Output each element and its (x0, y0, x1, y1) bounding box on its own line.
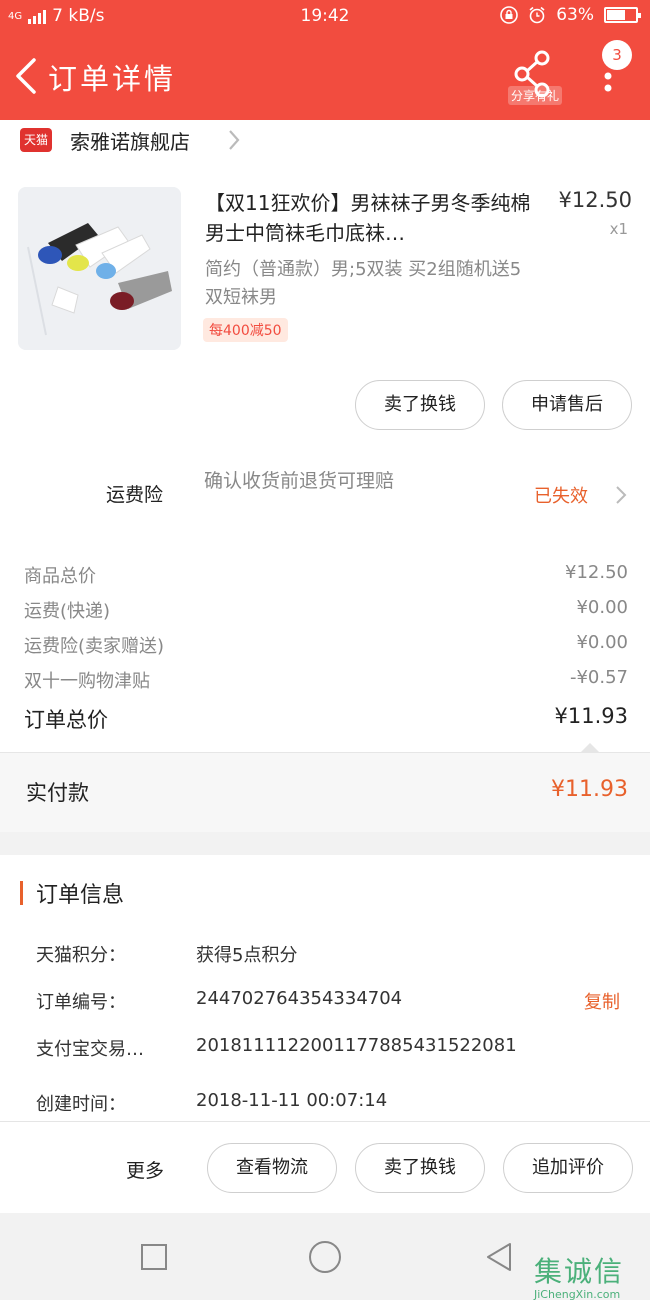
order-total-row: 订单总价 ¥11.93 (24, 704, 628, 734)
tmall-logo: 天猫 (20, 128, 52, 152)
sell-for-cash-button[interactable]: 卖了换钱 (355, 1143, 485, 1193)
after-sales-button[interactable]: 申请售后 (502, 380, 632, 430)
alipay-trade-label: 支付宝交易… (36, 1039, 144, 1060)
more-button[interactable]: 更多 (126, 1156, 164, 1183)
order-number-value: 244702764354334704 (196, 988, 403, 1009)
message-badge: 3 (602, 40, 632, 70)
points-value: 获得5点积分 (196, 945, 298, 966)
product-title[interactable]: 【双11狂欢价】男袜袜子男冬季纯棉男士中筒袜毛巾底袜… (205, 188, 535, 248)
order-number-label: 订单编号： (36, 992, 126, 1013)
created-time-value: 2018-11-11 00:07:14 (196, 1090, 388, 1111)
status-time: 19:42 (300, 6, 350, 26)
summary-label: 运费(快递) (24, 601, 111, 622)
alipay-trade-value: 2018111122001177885431522081 (196, 1035, 517, 1056)
order-total-value: ¥11.93 (554, 704, 628, 728)
battery-percent: 63% (556, 5, 594, 25)
summary-row: 运费险(卖家赠送) ¥0.00 (24, 632, 628, 658)
notch-divider (580, 743, 600, 753)
watermark-logo: 集诚信 JiChengXin.com (534, 1250, 646, 1300)
order-info-title: 订单信息 (36, 883, 125, 908)
battery-icon (604, 7, 641, 23)
copy-order-number-button[interactable]: 复制 (584, 988, 620, 1014)
summary-row: 运费(快递) ¥0.00 (24, 597, 628, 623)
created-time-label: 创建时间： (36, 1094, 126, 1115)
title-bar: 订单详情 分享有礼 3 (0, 34, 650, 120)
back-icon[interactable] (10, 56, 50, 96)
product-image[interactable] (18, 187, 181, 350)
payment-row: 实付款 ¥11.93 (0, 743, 650, 832)
promo-tag: 每400减50 (203, 318, 288, 342)
order-total-label: 订单总价 (24, 708, 108, 732)
product-price: ¥12.50 (558, 188, 632, 212)
summary-value: ¥0.00 (576, 632, 628, 653)
summary-label: 商品总价 (24, 566, 96, 587)
share-reward-label[interactable]: 分享有礼 (508, 86, 563, 105)
socks-image (18, 187, 181, 350)
summary-label: 双十一购物津贴 (24, 671, 150, 692)
chevron-right-icon[interactable] (226, 128, 242, 152)
summary-value: ¥0.00 (576, 597, 628, 618)
page-title: 订单详情 (48, 62, 177, 96)
lock-icon (500, 6, 519, 24)
order-info-card: 订单信息 天猫积分： 获得5点积分 订单编号： 2447027643543347… (0, 855, 650, 1121)
watermark-main: 集诚信 (534, 1255, 625, 1288)
recent-apps-icon[interactable] (140, 1243, 168, 1271)
insurance-desc: 确认收货前退货可理赔 (204, 470, 395, 492)
shop-name[interactable]: 索雅诺旗舰店 (70, 126, 190, 155)
watermark-url: JiChengXin.com (534, 1288, 621, 1300)
summary-value: ¥12.50 (565, 562, 628, 583)
alarm-icon (529, 6, 545, 24)
order-card: 天猫 索雅诺旗舰店 【双11狂欢价】男袜袜子男冬季纯棉男士中筒袜毛巾底袜… ¥1… (0, 120, 650, 762)
paid-label: 实付款 (26, 781, 89, 805)
view-logistics-button[interactable]: 查看物流 (207, 1143, 337, 1193)
paid-amount: ¥11.93 (551, 777, 628, 802)
sell-for-cash-button[interactable]: 卖了换钱 (355, 380, 485, 430)
product-spec: 简约（普通款）男;5双装 买2组随机送5双短袜男 (205, 259, 522, 308)
add-review-button[interactable]: 追加评价 (503, 1143, 633, 1193)
insurance-status[interactable]: 已失效 (534, 482, 588, 508)
bottom-action-bar: 更多 查看物流 卖了换钱 追加评价 (0, 1121, 650, 1213)
summary-row: 商品总价 ¥12.50 (24, 562, 628, 588)
more-menu-icon[interactable] (598, 68, 618, 108)
summary-row: 双十一购物津贴 -¥0.57 (24, 667, 628, 693)
section-accent-bar (20, 881, 23, 905)
chevron-right-icon[interactable] (614, 484, 628, 506)
status-bar: 4G 7 kB/s 19:42 63% (0, 0, 650, 34)
insurance-label: 运费险 (106, 484, 164, 506)
home-icon[interactable] (307, 1239, 343, 1275)
product-quantity: x1 (609, 220, 628, 238)
summary-value: -¥0.57 (569, 667, 628, 688)
back-nav-icon[interactable] (484, 1241, 514, 1273)
summary-label: 运费险(卖家赠送) (24, 636, 165, 657)
points-label: 天猫积分： (36, 945, 126, 966)
